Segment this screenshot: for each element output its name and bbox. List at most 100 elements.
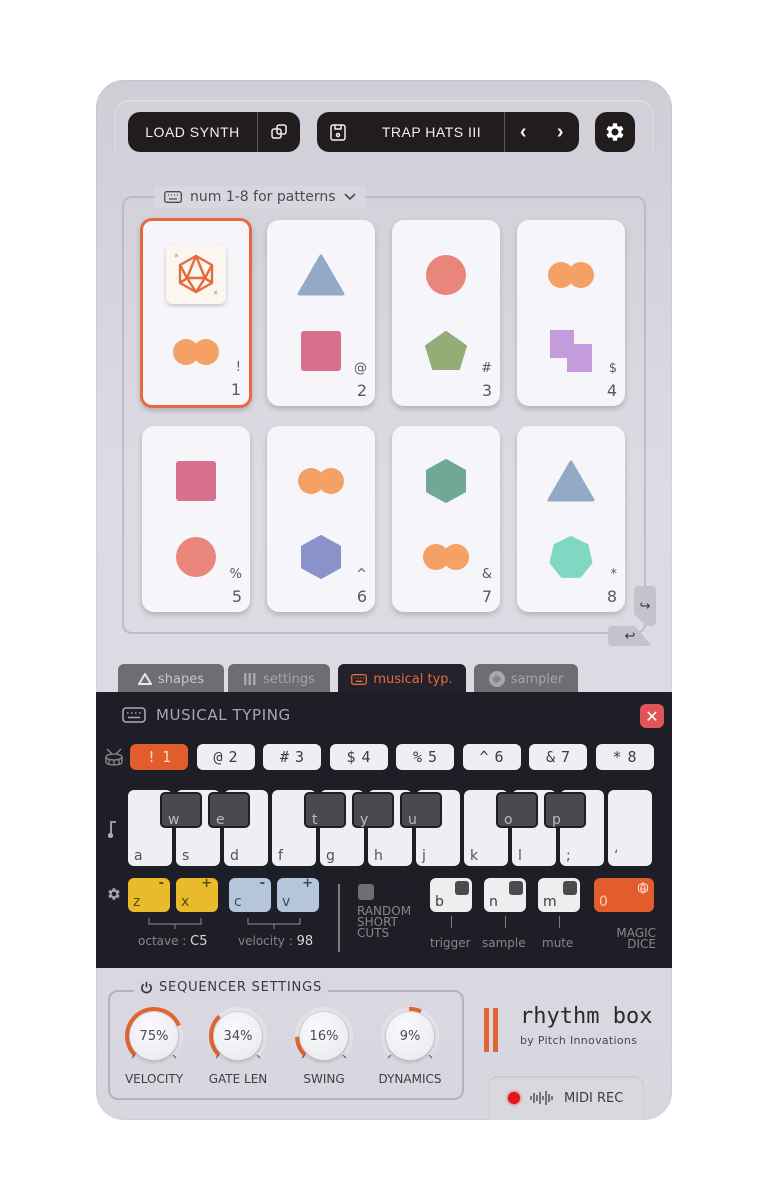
pattern-key-symbol: % <box>412 748 422 766</box>
undo-button[interactable]: ↩ <box>608 626 652 646</box>
black-key[interactable]: o <box>496 792 538 828</box>
pattern-key-4[interactable]: $4 <box>329 744 388 770</box>
white-key-label: d <box>230 848 239 864</box>
power-icon[interactable] <box>140 981 153 994</box>
card-top-slot[interactable] <box>392 250 500 300</box>
pattern-key-1[interactable]: ! 1 <box>130 744 188 770</box>
black-key[interactable]: t <box>304 792 346 828</box>
card-top-slot[interactable] <box>267 250 375 300</box>
magic-dice-key[interactable]: 0 <box>594 878 654 912</box>
octave-up-sign: + <box>201 876 212 891</box>
white-key-label: g <box>326 848 335 864</box>
velocity-down-sign: - <box>259 876 265 891</box>
pattern-key-7[interactable]: & 7 <box>529 744 587 770</box>
card-symbol: ! <box>235 360 241 375</box>
knob-dynamics[interactable]: 9% <box>380 1006 440 1066</box>
black-key[interactable]: y <box>352 792 394 828</box>
pattern-card-4[interactable]: $4 <box>517 220 625 406</box>
close-button[interactable]: ✕ <box>640 704 664 728</box>
pattern-key-number: 1 <box>162 748 172 766</box>
pattern-card-3[interactable]: #3 <box>392 220 500 406</box>
pattern-card-1[interactable]: ! 1 <box>140 218 252 408</box>
pattern-key-6[interactable]: ^ 6 <box>462 744 521 770</box>
close-icon: ✕ <box>645 706 659 726</box>
knob-velocity[interactable]: 75% <box>124 1006 184 1066</box>
card-bottom-slot[interactable] <box>517 532 625 582</box>
random-trigger-key[interactable]: b <box>430 878 472 912</box>
next-preset-button[interactable]: › <box>557 121 564 144</box>
tab-sampler[interactable]: sampler <box>474 664 578 694</box>
velocity-down-key[interactable]: - c <box>229 876 271 912</box>
magic-dice-caption: MAGIC DICE <box>606 927 656 950</box>
velocity-readout: velocity : 98 <box>238 934 313 949</box>
pattern-card-5[interactable]: % 5 <box>142 426 250 612</box>
card-symbol: # <box>481 361 492 376</box>
knob-label: SWING <box>303 1072 345 1086</box>
tick <box>451 916 452 928</box>
white-key-label: k <box>470 848 479 864</box>
card-top-slot[interactable] <box>392 456 500 506</box>
save-preset-button[interactable] <box>317 112 359 152</box>
pattern-card-8[interactable]: * 8 <box>517 426 625 612</box>
black-key[interactable]: p <box>544 792 586 828</box>
dice-icon <box>509 881 523 895</box>
card-number: 2 <box>356 381 367 400</box>
knob-value: 9% <box>386 1012 434 1060</box>
octave-down-label: z <box>133 894 141 910</box>
random-sample-key[interactable]: n <box>484 878 526 912</box>
tab-shapes[interactable]: shapes <box>118 664 224 694</box>
tick <box>559 916 560 928</box>
black-key[interactable]: w <box>160 792 202 828</box>
pattern-key-3[interactable]: #3 <box>263 744 321 770</box>
white-key-label: ; <box>566 848 571 864</box>
octave-up-key[interactable]: + x <box>176 876 218 912</box>
card-bottom-slot[interactable] <box>143 327 249 377</box>
heptagon-shape-icon <box>549 536 593 578</box>
pattern-key-number: 2 <box>228 748 238 766</box>
pattern-card-6[interactable]: ^ 6 <box>267 426 375 612</box>
card-symbol: * <box>610 567 618 582</box>
card-number: 5 <box>231 587 242 606</box>
black-key[interactable]: e <box>208 792 250 828</box>
duplicate-icon <box>271 124 287 139</box>
random-mute-key[interactable]: m <box>538 878 580 912</box>
load-synth-button[interactable]: LOAD SYNTH <box>128 112 258 152</box>
pattern-key-2[interactable]: @2 <box>196 744 255 770</box>
card-top-slot[interactable] <box>517 456 625 506</box>
gear-icon <box>606 123 624 141</box>
velocity-up-key[interactable]: + v <box>277 876 319 912</box>
card-top-slot[interactable] <box>143 243 249 305</box>
black-key-label: w <box>168 812 180 828</box>
black-key-label: e <box>216 812 225 828</box>
tab-settings[interactable]: settings <box>228 664 330 694</box>
random-mute-key-label: m <box>543 894 557 910</box>
triangle-icon <box>137 673 152 685</box>
card-top-slot[interactable] <box>142 456 250 506</box>
pattern-key-8[interactable]: * 8 <box>595 744 654 770</box>
black-key[interactable]: u <box>400 792 442 828</box>
prev-preset-button[interactable]: ‹ <box>520 121 527 144</box>
divider <box>338 884 340 952</box>
knob-swing[interactable]: 16% <box>294 1006 354 1066</box>
midi-rec-button[interactable]: MIDI REC <box>488 1076 644 1120</box>
knob-gate-len[interactable]: 34% <box>208 1006 268 1066</box>
card-top-slot[interactable] <box>517 250 625 300</box>
pattern-key-number: 4 <box>361 748 371 766</box>
duplicate-button[interactable] <box>258 124 300 140</box>
tab-musical-typing[interactable]: musical typ. <box>338 664 466 694</box>
preset-name[interactable]: TRAP HATS III <box>359 112 505 152</box>
d20-dice-icon <box>166 244 226 304</box>
load-synth-group: LOAD SYNTH <box>128 112 300 152</box>
pattern-card-7[interactable]: & 7 <box>392 426 500 612</box>
midi-rec-label: MIDI REC <box>564 1090 624 1106</box>
white-key[interactable]: ‘ <box>608 790 652 866</box>
undo-icon: ↩ <box>624 628 636 644</box>
octave-down-key[interactable]: - z <box>128 876 170 912</box>
rhythm-box-app: LOAD SYNTH TRAP HATS III ‹ › num 1-8 for… <box>96 80 672 1120</box>
pattern-card-2[interactable]: @2 <box>267 220 375 406</box>
pattern-key-5[interactable]: % 5 <box>396 744 454 770</box>
card-top-slot[interactable] <box>267 456 375 506</box>
pattern-shortcut-dropdown[interactable]: num 1-8 for patterns <box>154 186 366 208</box>
settings-button[interactable] <box>595 112 635 152</box>
circle-shape-icon <box>426 255 466 295</box>
